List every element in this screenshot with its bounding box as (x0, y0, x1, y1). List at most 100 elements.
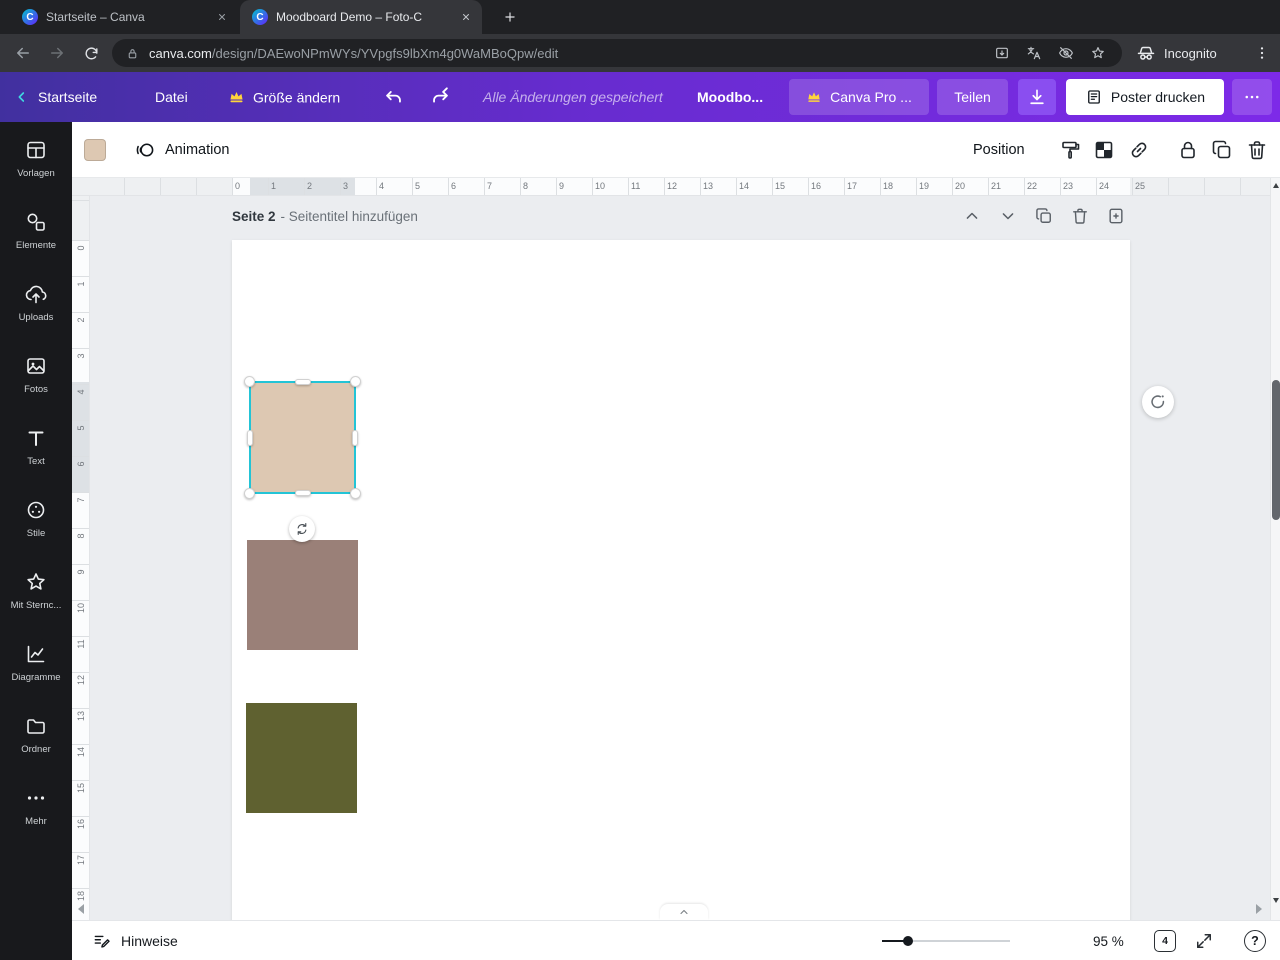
photos-icon (27, 357, 45, 374)
animation-button[interactable]: Animation (134, 122, 229, 177)
position-label: Position (973, 141, 1025, 158)
page-title[interactable]: Seite 2 (232, 209, 276, 224)
help-button[interactable]: ? (1244, 930, 1266, 952)
position-button[interactable]: Position (973, 122, 1025, 177)
tab-title: Startseite – Canva (46, 10, 145, 24)
share-button[interactable]: Teilen (937, 79, 1008, 115)
canva-favicon: C (22, 9, 38, 25)
add-page-icon (1109, 208, 1123, 224)
copy-style-button[interactable] (1059, 138, 1083, 162)
tab-startseite[interactable]: C Startseite – Canva (10, 0, 238, 34)
resize-handle-bottom[interactable] (294, 490, 311, 496)
ruler-number: 8 (523, 181, 529, 191)
ruler-number: 14 (739, 181, 750, 191)
header-more-button[interactable] (1232, 79, 1272, 115)
sidebar-item-diagramme[interactable]: Diagramme (0, 626, 72, 698)
design-canvas-area[interactable]: Seite 2 - Seitentitel hinzufügen (90, 196, 1270, 920)
design-title[interactable]: Moodbo... (697, 89, 763, 105)
share-button-label: Teilen (954, 89, 991, 105)
sidebar-item-elemente[interactable]: Elemente (0, 194, 72, 266)
sidebar-item-ordner[interactable]: Ordner (0, 698, 72, 770)
olive-rectangle[interactable] (246, 703, 357, 813)
sidebar-item-mit-stern[interactable]: Mit Sternc... (0, 554, 72, 626)
new-tab-button[interactable] (496, 3, 524, 31)
resize-handle-right[interactable] (352, 429, 358, 446)
ruler-number: 2 (76, 317, 86, 323)
canva-header: Startseite Datei Größe ändern Alle Änder… (0, 72, 1280, 122)
delete-button[interactable] (1245, 138, 1269, 162)
notes-button[interactable]: Hinweise (92, 921, 178, 960)
sidebar-item-mehr[interactable]: Mehr (0, 770, 72, 842)
resize-handle-bottom-right[interactable] (350, 488, 361, 499)
lock-button[interactable] (1176, 138, 1200, 162)
tab-close-icon[interactable] (214, 9, 230, 25)
back-icon[interactable] (8, 38, 38, 68)
zoom-slider[interactable] (882, 936, 1010, 946)
page-subtitle[interactable]: - Seitentitel hinzufügen (281, 209, 418, 224)
redo-button[interactable] (429, 86, 451, 108)
print-poster-button[interactable]: Poster drucken (1066, 79, 1224, 115)
bookmark-star-icon[interactable] (1090, 45, 1106, 61)
ruler-number: 13 (76, 711, 86, 722)
tab-moodboard[interactable]: C Moodboard Demo – Foto-C (240, 0, 482, 34)
translate-icon[interactable] (1026, 45, 1042, 61)
sidebar-item-text[interactable]: Text (0, 410, 72, 482)
move-page-down-button[interactable] (998, 206, 1018, 226)
editor-sidebar: Vorlagen Elemente Uploads Fotos Text Sti… (0, 122, 72, 960)
pages-view-button[interactable]: 4 (1154, 930, 1176, 952)
scroll-right-arrow[interactable] (1256, 904, 1262, 914)
resize-button[interactable]: Größe ändern (228, 89, 340, 106)
duplicate-button[interactable] (1210, 138, 1234, 162)
canva-pro-button[interactable]: Canva Pro ... (789, 79, 929, 115)
resize-handle-top-right[interactable] (350, 376, 361, 387)
resize-handle-top[interactable] (294, 379, 311, 385)
zoom-slider-knob[interactable] (903, 936, 913, 946)
add-page-button[interactable] (1106, 206, 1126, 226)
scroll-left-arrow[interactable] (78, 904, 84, 914)
file-menu-button[interactable]: Datei (155, 89, 188, 105)
fullscreen-button[interactable] (1194, 931, 1214, 951)
ruler-number: 11 (76, 639, 86, 649)
undo-button[interactable] (383, 86, 405, 108)
ruler-number: 1 (76, 281, 86, 287)
tab-close-icon[interactable] (458, 9, 474, 25)
sidebar-item-uploads[interactable]: Uploads (0, 266, 72, 338)
ruler-number: 10 (595, 181, 606, 191)
sidebar-item-vorlagen[interactable]: Vorlagen (0, 122, 72, 194)
sidebar-item-fotos[interactable]: Fotos (0, 338, 72, 410)
rotate-handle[interactable] (289, 516, 315, 542)
home-button[interactable]: Startseite (14, 89, 97, 105)
reload-icon[interactable] (76, 38, 106, 68)
sidebar-item-label: Diagramme (11, 671, 61, 683)
expand-panel-button[interactable] (660, 904, 708, 920)
canva-favicon: C (252, 9, 268, 25)
transparency-button[interactable] (1092, 138, 1116, 162)
editor-toolbar: Animation Position (72, 122, 1280, 178)
save-page-icon[interactable] (994, 45, 1010, 61)
download-button[interactable] (1018, 79, 1056, 115)
link-button[interactable] (1127, 138, 1151, 162)
move-page-up-button[interactable] (962, 206, 982, 226)
vertical-scrollbar[interactable] (1270, 178, 1280, 920)
resize-handle-bottom-left[interactable] (244, 488, 255, 499)
assistant-button[interactable] (1142, 386, 1174, 418)
scroll-up-arrow[interactable] (1273, 183, 1279, 188)
delete-page-button[interactable] (1070, 206, 1090, 226)
fill-color-swatch[interactable] (84, 139, 106, 161)
eye-off-icon[interactable] (1058, 45, 1074, 61)
scrollbar-thumb[interactable] (1272, 380, 1280, 520)
duplicate-page-button[interactable] (1034, 206, 1054, 226)
ruler-number: 0 (76, 245, 86, 251)
page-2-canvas[interactable] (232, 240, 1130, 920)
assistant-icon (1151, 395, 1165, 409)
resize-handle-left[interactable] (247, 429, 253, 446)
forward-icon[interactable] (42, 38, 72, 68)
selected-square[interactable] (244, 376, 361, 499)
resize-handle-top-left[interactable] (244, 376, 255, 387)
zoom-value[interactable]: 95 % (1093, 934, 1124, 949)
sidebar-item-stile[interactable]: Stile (0, 482, 72, 554)
scroll-down-arrow[interactable] (1273, 898, 1279, 903)
browser-menu-icon[interactable] (1248, 39, 1276, 67)
url-bar[interactable]: canva.com/design/DAEwoNPmWYs/YVpgfs9lbXm… (112, 39, 1122, 67)
mauve-rectangle[interactable] (247, 540, 358, 650)
